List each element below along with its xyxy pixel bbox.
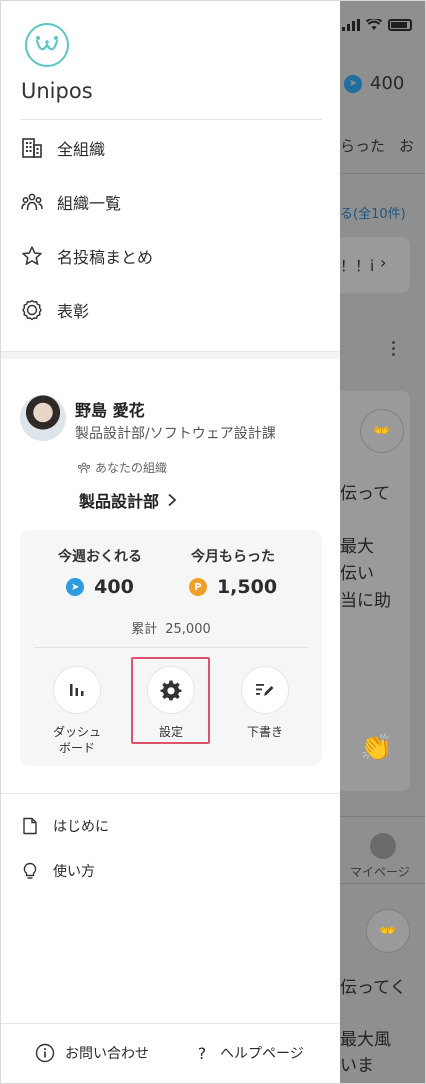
help-page-label: ヘルプページ (220, 1046, 304, 1062)
getting-started-link[interactable]: はじめに (21, 816, 109, 836)
bg-card: ！！i › (340, 237, 410, 293)
divider (340, 816, 425, 817)
nav-item-awards[interactable]: 表彰 (21, 294, 89, 326)
question-icon: ? (197, 1043, 207, 1063)
clap-emoji-icon: 👐 (366, 909, 410, 953)
send-points-label: 今週おくれる (58, 549, 142, 565)
bg-points-value: 400 (370, 73, 405, 94)
side-drawer: Unipos 全組織 組織一覧 名投稿まとめ 表彰 野島 愛花 製品設計部/ソフ… (1, 1, 340, 1083)
drafts-circle (241, 666, 289, 714)
bg-tab-received: らった (340, 137, 386, 155)
send-points-value: 400 (94, 576, 134, 598)
bg-post-line: 伝って (340, 484, 391, 504)
divider (340, 173, 425, 174)
bg-post-line: 伝い (340, 564, 374, 584)
signal-icon (342, 19, 360, 31)
section-divider (1, 351, 340, 359)
org-label: あなたの組織 (77, 459, 167, 476)
bg-post-line: 伝ってく (340, 978, 407, 998)
bg-post-line: 最大風 (340, 1030, 391, 1050)
user-avatar[interactable] (20, 395, 66, 441)
unipos-logo-icon (25, 23, 69, 67)
bg-post-line: いま (340, 1056, 374, 1076)
kebab-menu-icon (392, 341, 395, 356)
clap-hand-icon: 👏 (360, 733, 393, 763)
battery-icon (388, 19, 412, 31)
nav-item-featured-posts[interactable]: 名投稿まとめ (21, 240, 153, 272)
lightbulb-icon (23, 862, 37, 879)
chevron-right-icon: › (380, 253, 387, 272)
award-icon (22, 299, 42, 321)
send-points: 今週おくれる ➤ 400 (50, 546, 150, 598)
contact-label: お問い合わせ (65, 1046, 149, 1062)
bar-chart-icon (70, 684, 84, 696)
brand-name: Unipos (21, 79, 93, 103)
user-name: 野島 愛花 (75, 401, 145, 420)
group-icon (21, 193, 43, 211)
how-to-use-label: 使い方 (53, 864, 95, 880)
info-icon (35, 1043, 55, 1063)
nav-item-label: 組織一覧 (57, 194, 122, 213)
help-page-link[interactable]: ? ヘルプページ (194, 1043, 304, 1063)
divider (34, 647, 308, 648)
group-icon (77, 462, 91, 473)
drafts-label: 下書き (246, 725, 283, 739)
total-points-label: 累計 (131, 622, 158, 637)
document-icon (23, 817, 37, 835)
avatar (370, 833, 396, 859)
clap-emoji-icon: 👐 (360, 409, 404, 453)
total-points: 累計 25,000 (20, 618, 322, 637)
bg-post-line: 最大 (340, 537, 374, 557)
bg-tab-other: お (399, 137, 415, 155)
edit-icon (256, 684, 274, 696)
how-to-use-link[interactable]: 使い方 (21, 861, 95, 881)
bg-link: る(全10件) (340, 207, 406, 222)
nav-item-label: 表彰 (57, 302, 90, 321)
divider (340, 883, 425, 884)
received-points-value: 1,500 (216, 576, 278, 598)
nav-item-org-list[interactable]: 組織一覧 (21, 186, 121, 218)
bg-card-text: ！！i (340, 257, 375, 275)
nav-item-label: 全組織 (57, 140, 106, 159)
dashboard-button[interactable]: ダッシュ ボード (42, 666, 112, 756)
chevron-right-icon (168, 493, 177, 507)
received-points: 今月もらった P 1,500 (178, 546, 288, 598)
org-link[interactable]: 製品設計部 (79, 488, 177, 512)
dashboard-circle (53, 666, 101, 714)
nav-item-all-org[interactable]: 全組織 (21, 132, 105, 164)
received-points-label: 今月もらった (191, 549, 275, 565)
building-icon (22, 138, 42, 158)
contact-link[interactable]: お問い合わせ (35, 1043, 149, 1063)
divider (20, 119, 322, 120)
send-point-icon: ➤ (344, 74, 362, 93)
dashboard-label: ダッシュ ボード (52, 725, 101, 755)
received-point-icon: P (188, 578, 207, 596)
divider (1, 793, 340, 794)
wifi-icon (366, 19, 382, 30)
send-point-icon: ➤ (66, 578, 85, 596)
background-app-overlay[interactable]: ➤ 400 らった お る(全10件) ！！i › 👐 伝って 最大 伝い 当に… (340, 1, 425, 1083)
settings-highlight-box (131, 657, 210, 744)
org-label-text: あなたの組織 (95, 461, 168, 475)
org-name: 製品設計部 (79, 492, 160, 511)
user-department: 製品設計部/ソフトウェア設計課 (75, 426, 276, 442)
bg-post-line: 当に助 (340, 591, 391, 611)
points-card: 今週おくれる ➤ 400 今月もらった P 1,500 累計 25,000 ダッ… (20, 530, 322, 766)
total-points-value: 25,000 (165, 622, 211, 637)
nav-item-label: 名投稿まとめ (57, 248, 154, 267)
bg-tabs: らった お (340, 135, 425, 156)
getting-started-label: はじめに (53, 819, 109, 835)
bg-mypage-label: マイページ (350, 865, 410, 879)
star-icon (22, 246, 42, 265)
divider (1, 1023, 340, 1024)
bg-points: ➤ 400 (344, 73, 404, 94)
drafts-button[interactable]: 下書き (230, 666, 300, 740)
status-bar (340, 13, 425, 37)
